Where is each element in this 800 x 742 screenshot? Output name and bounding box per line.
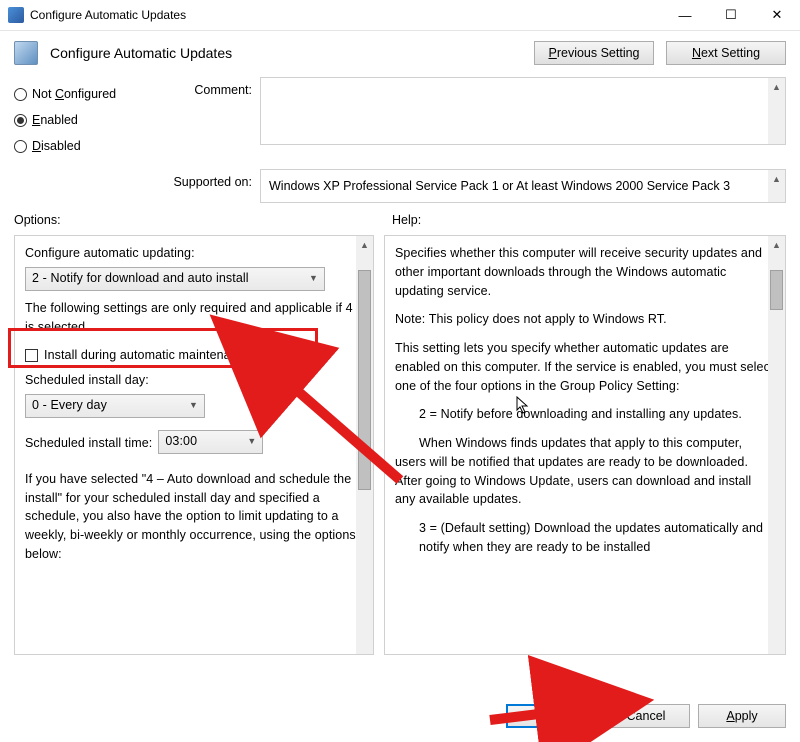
scroll-up-icon[interactable]: ▲ — [356, 236, 373, 253]
chevron-down-icon: ▼ — [247, 435, 256, 449]
scroll-up-icon[interactable]: ▲ — [768, 78, 785, 95]
scrollbar[interactable]: ▲ — [768, 170, 785, 202]
chevron-down-icon: ▼ — [189, 399, 198, 413]
install-maintenance-checkbox[interactable]: Install during automatic maintenance — [25, 346, 363, 365]
state-column: Not Configured Enabled Disabled — [14, 77, 154, 159]
supported-text: Windows XP Professional Service Pack 1 o… — [269, 179, 730, 193]
apply-button[interactable]: Apply — [698, 704, 786, 728]
install-maintenance-label: Install during automatic maintenance — [44, 346, 251, 365]
time-dropdown[interactable]: 03:00 ▼ — [158, 430, 263, 454]
titlebar: Configure Automatic Updates — ☐ ✕ — [0, 0, 800, 31]
policy-icon — [8, 7, 24, 23]
time-value: 03:00 — [165, 432, 197, 451]
comment-textbox[interactable]: ▲ — [260, 77, 786, 145]
options-label: Options: — [14, 213, 392, 227]
radio-not-configured[interactable]: Not Configured — [14, 81, 154, 107]
supported-on-box: Windows XP Professional Service Pack 1 o… — [260, 169, 786, 203]
chevron-down-icon: ▼ — [309, 272, 318, 286]
scroll-thumb[interactable] — [770, 270, 783, 310]
day-value: 0 - Every day — [32, 396, 107, 415]
radio-icon — [14, 88, 27, 101]
help-label: Help: — [392, 213, 421, 227]
checkbox-icon — [25, 349, 38, 362]
columns: Configure automatic updating: 2 - Notify… — [0, 235, 800, 655]
options-heading: Configure automatic updating: — [25, 244, 363, 263]
scrollbar[interactable]: ▲ — [768, 236, 785, 654]
scrollbar[interactable]: ▲ — [768, 78, 785, 144]
ok-button[interactable]: OK — [506, 704, 594, 728]
help-p2: Note: This policy does not apply to Wind… — [395, 310, 775, 329]
comment-label: Comment: — [154, 77, 260, 159]
header-row: Configure Automatic Updates Previous Set… — [0, 31, 800, 75]
radio-label: Not Configured — [32, 87, 116, 101]
next-setting-button[interactable]: Next Setting — [666, 41, 786, 65]
supported-label: Supported on: — [154, 169, 260, 203]
help-p1: Specifies whether this computer will rec… — [395, 244, 775, 300]
day-label: Scheduled install day: — [25, 371, 363, 390]
radio-label: Disabled — [32, 139, 81, 153]
previous-setting-button[interactable]: Previous Setting — [534, 41, 654, 65]
minimize-button[interactable]: — — [662, 0, 708, 31]
window-title: Configure Automatic Updates — [30, 8, 662, 22]
cancel-button[interactable]: Cancel — [602, 704, 690, 728]
radio-icon — [14, 140, 27, 153]
scroll-up-icon[interactable]: ▲ — [768, 170, 785, 187]
radio-icon — [14, 114, 27, 127]
radio-label: Enabled — [32, 113, 78, 127]
scroll-up-icon[interactable]: ▲ — [768, 236, 785, 253]
maximize-button[interactable]: ☐ — [708, 0, 754, 31]
help-p3: This setting lets you specify whether au… — [395, 339, 775, 395]
help-opt2-head: 2 = Notify before downloading and instal… — [419, 405, 775, 424]
supported-row: Supported on: Windows XP Professional Se… — [0, 167, 800, 205]
help-opt3-head: 3 = (Default setting) Download the updat… — [419, 519, 775, 557]
close-button[interactable]: ✕ — [754, 0, 800, 31]
radio-disabled[interactable]: Disabled — [14, 133, 154, 159]
options-panel: Configure automatic updating: 2 - Notify… — [14, 235, 374, 655]
required-note: The following settings are only required… — [25, 299, 363, 337]
help-opt2-body: When Windows finds updates that apply to… — [395, 434, 775, 509]
scrollbar[interactable]: ▲ — [356, 236, 373, 654]
footer: OK Cancel Apply — [0, 694, 800, 742]
column-labels: Options: Help: — [0, 205, 800, 227]
scroll-thumb[interactable] — [358, 270, 371, 490]
update-mode-value: 2 - Notify for download and auto install — [32, 269, 249, 288]
update-mode-dropdown[interactable]: 2 - Notify for download and auto install… — [25, 267, 325, 291]
help-panel: Specifies whether this computer will rec… — [384, 235, 786, 655]
policy-header-icon — [14, 41, 38, 65]
time-label: Scheduled install time: — [25, 434, 152, 453]
policy-title: Configure Automatic Updates — [50, 45, 522, 61]
schedule-footnote: If you have selected "4 – Auto download … — [25, 470, 363, 564]
radio-enabled[interactable]: Enabled — [14, 107, 154, 133]
day-dropdown[interactable]: 0 - Every day ▼ — [25, 394, 205, 418]
config-state-row: Not Configured Enabled Disabled Comment:… — [0, 75, 800, 161]
